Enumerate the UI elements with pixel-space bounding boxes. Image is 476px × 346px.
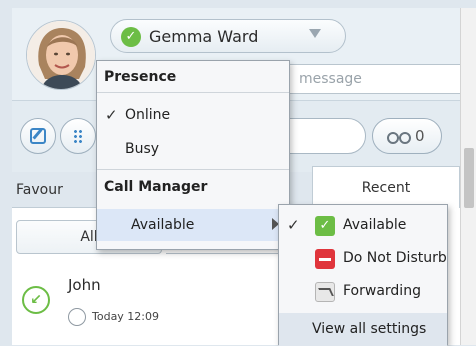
incoming-call-icon: ↙ [22, 286, 50, 314]
menu-divider [97, 92, 289, 93]
menu-divider [97, 169, 289, 170]
submenu-item-label: Forwarding [343, 283, 421, 299]
user-name: Gemma Ward [149, 27, 259, 46]
presence-selector[interactable]: ✓ Gemma Ward [110, 19, 346, 53]
submenu-item-forwarding[interactable]: Forwarding [279, 276, 447, 306]
presence-menu: Presence ✓ Online Busy Call Manager Avai… [96, 60, 290, 250]
do-not-disturb-icon [315, 249, 335, 269]
available-status-icon: ✓ [121, 27, 141, 47]
call-time: Today 12:09 [92, 310, 160, 323]
edit-icon [30, 128, 46, 144]
list-item[interactable]: ↙ John Today 12:09 [12, 264, 312, 344]
available-icon: ✓ [315, 216, 335, 236]
menu-item-busy[interactable]: Busy [97, 134, 289, 164]
menu-item-label: Online [125, 107, 171, 123]
status-message-placeholder: message [299, 71, 362, 87]
avatar[interactable] [26, 20, 96, 90]
voicemail-count: 0 [415, 127, 425, 145]
dialpad-icon [73, 129, 83, 143]
submenu-item-label: Available [343, 217, 407, 233]
call-manager-section-header: Call Manager [104, 179, 208, 195]
submenu-item-label: Do Not Disturb [343, 250, 447, 266]
app-window: ✓ Gemma Ward message 0 Favour Recent All… [0, 0, 476, 346]
scrollbar-thumb[interactable] [464, 148, 474, 208]
clock-icon [68, 308, 86, 326]
check-icon: ✓ [105, 106, 118, 124]
scrollbar[interactable] [460, 8, 476, 345]
tab-recent[interactable]: Recent [312, 166, 460, 209]
view-all-settings-item[interactable]: View all settings [279, 313, 447, 346]
menu-item-label: Busy [125, 141, 160, 157]
avatar-photo [27, 21, 95, 89]
voicemail-icon [387, 132, 411, 144]
submenu-item-available[interactable]: ✓ ✓ Available [279, 210, 447, 240]
dialpad-button[interactable] [60, 118, 96, 154]
presence-section-header: Presence [104, 69, 177, 85]
chevron-down-icon [309, 29, 321, 38]
voicemail-button[interactable]: 0 [372, 118, 442, 154]
menu-item-available[interactable]: Available [97, 209, 289, 241]
contact-name: John [68, 276, 101, 294]
forwarding-icon [315, 282, 335, 302]
menu-item-label: Available [131, 217, 195, 233]
call-status-submenu: ✓ ✓ Available Do Not Disturb Forwarding … [278, 204, 448, 346]
check-icon: ✓ [287, 216, 300, 234]
menu-item-online[interactable]: ✓ Online [97, 100, 289, 130]
new-message-button[interactable] [20, 118, 56, 154]
submenu-item-do-not-disturb[interactable]: Do Not Disturb [279, 243, 447, 273]
